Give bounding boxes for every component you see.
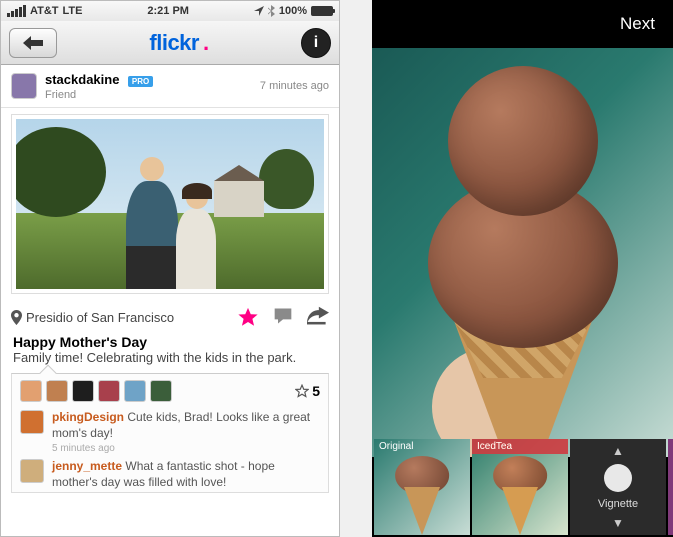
pro-badge: PRO bbox=[128, 76, 153, 87]
photo-image bbox=[16, 119, 324, 289]
status-time: 2:21 PM bbox=[147, 5, 189, 17]
vignette-dot-icon bbox=[604, 464, 632, 492]
share-button[interactable] bbox=[307, 306, 329, 328]
filter-label: Lo bbox=[668, 439, 673, 454]
filter-label: Original bbox=[374, 439, 470, 454]
post-photo[interactable] bbox=[11, 114, 329, 294]
filter-icedtea[interactable]: IcedTea bbox=[472, 439, 568, 535]
filter-strip[interactable]: Original IcedTea ▲ Vignette ▼ Lo bbox=[372, 437, 673, 537]
favorite-count: 5 bbox=[295, 383, 320, 399]
network: LTE bbox=[63, 5, 83, 17]
comment-item[interactable]: pkingDesign Cute kids, Brad! Looks like … bbox=[12, 408, 328, 457]
avatar bbox=[98, 380, 120, 402]
share-icon bbox=[307, 306, 329, 326]
app-logo: flickr. bbox=[149, 30, 208, 56]
edit-screen: Next Original IcedTea ▲ Vignette ▼ Lo bbox=[372, 0, 673, 537]
status-bar: AT&T LTE 2:21 PM 100% bbox=[1, 1, 339, 21]
post-header[interactable]: stackdakine PRO Friend 7 minutes ago bbox=[1, 65, 339, 108]
avatar bbox=[11, 73, 37, 99]
nav-bar: flickr. i bbox=[1, 21, 339, 65]
photo-location[interactable]: Presidio of San Francisco bbox=[26, 310, 174, 325]
chevron-down-icon[interactable]: ▼ bbox=[612, 516, 624, 530]
comment-icon bbox=[273, 306, 293, 326]
filter-vignette-control[interactable]: ▲ Vignette ▼ bbox=[570, 439, 666, 535]
favorites-row[interactable]: 5 bbox=[12, 374, 328, 408]
post-username: stackdakine bbox=[45, 72, 119, 87]
avatar bbox=[72, 380, 94, 402]
avatar bbox=[150, 380, 172, 402]
star-icon bbox=[295, 384, 309, 398]
filter-label: Vignette bbox=[598, 498, 638, 510]
logo-text: flickr bbox=[149, 30, 199, 56]
edit-top-bar: Next bbox=[372, 0, 673, 48]
back-arrow-icon bbox=[23, 36, 43, 50]
location-arrow-icon bbox=[254, 6, 264, 16]
star-icon bbox=[237, 306, 259, 328]
pin-icon bbox=[11, 310, 22, 325]
avatar bbox=[124, 380, 146, 402]
avatar bbox=[20, 380, 42, 402]
bluetooth-icon bbox=[268, 5, 275, 17]
back-button[interactable] bbox=[9, 28, 57, 58]
post-timestamp: 7 minutes ago bbox=[260, 80, 329, 92]
feed-screen: AT&T LTE 2:21 PM 100% flickr. i bbox=[0, 0, 340, 537]
comment-username: pkingDesign bbox=[52, 410, 124, 424]
avatar bbox=[20, 410, 44, 434]
filter-label: IcedTea bbox=[472, 439, 568, 454]
filter-original[interactable]: Original bbox=[374, 439, 470, 535]
avatar bbox=[46, 380, 68, 402]
chevron-up-icon[interactable]: ▲ bbox=[612, 444, 624, 458]
signal-icon bbox=[7, 5, 26, 17]
post-relation: Friend bbox=[45, 89, 153, 101]
next-button[interactable]: Next bbox=[620, 14, 655, 34]
battery-icon bbox=[311, 6, 333, 16]
comment-item[interactable]: jenny_mette What a fantastic shot - hope… bbox=[12, 457, 328, 492]
comment-timestamp: 5 minutes ago bbox=[52, 442, 320, 455]
filter-next-peek[interactable]: Lo bbox=[668, 439, 673, 535]
favorite-button[interactable] bbox=[237, 306, 259, 328]
comment-username: jenny_mette bbox=[52, 459, 122, 473]
info-icon: i bbox=[314, 34, 318, 52]
photo-title: Happy Mother's Day bbox=[1, 332, 339, 350]
comments-panel: 5 pkingDesign Cute kids, Brad! Looks lik… bbox=[11, 373, 329, 493]
battery-pct: 100% bbox=[279, 5, 307, 17]
photo-actions-row: Presidio of San Francisco bbox=[1, 300, 339, 332]
comment-button[interactable] bbox=[273, 306, 293, 328]
avatar bbox=[20, 459, 44, 483]
edit-photo-preview[interactable] bbox=[372, 48, 673, 457]
info-button[interactable]: i bbox=[301, 28, 331, 58]
carrier: AT&T bbox=[30, 5, 59, 17]
